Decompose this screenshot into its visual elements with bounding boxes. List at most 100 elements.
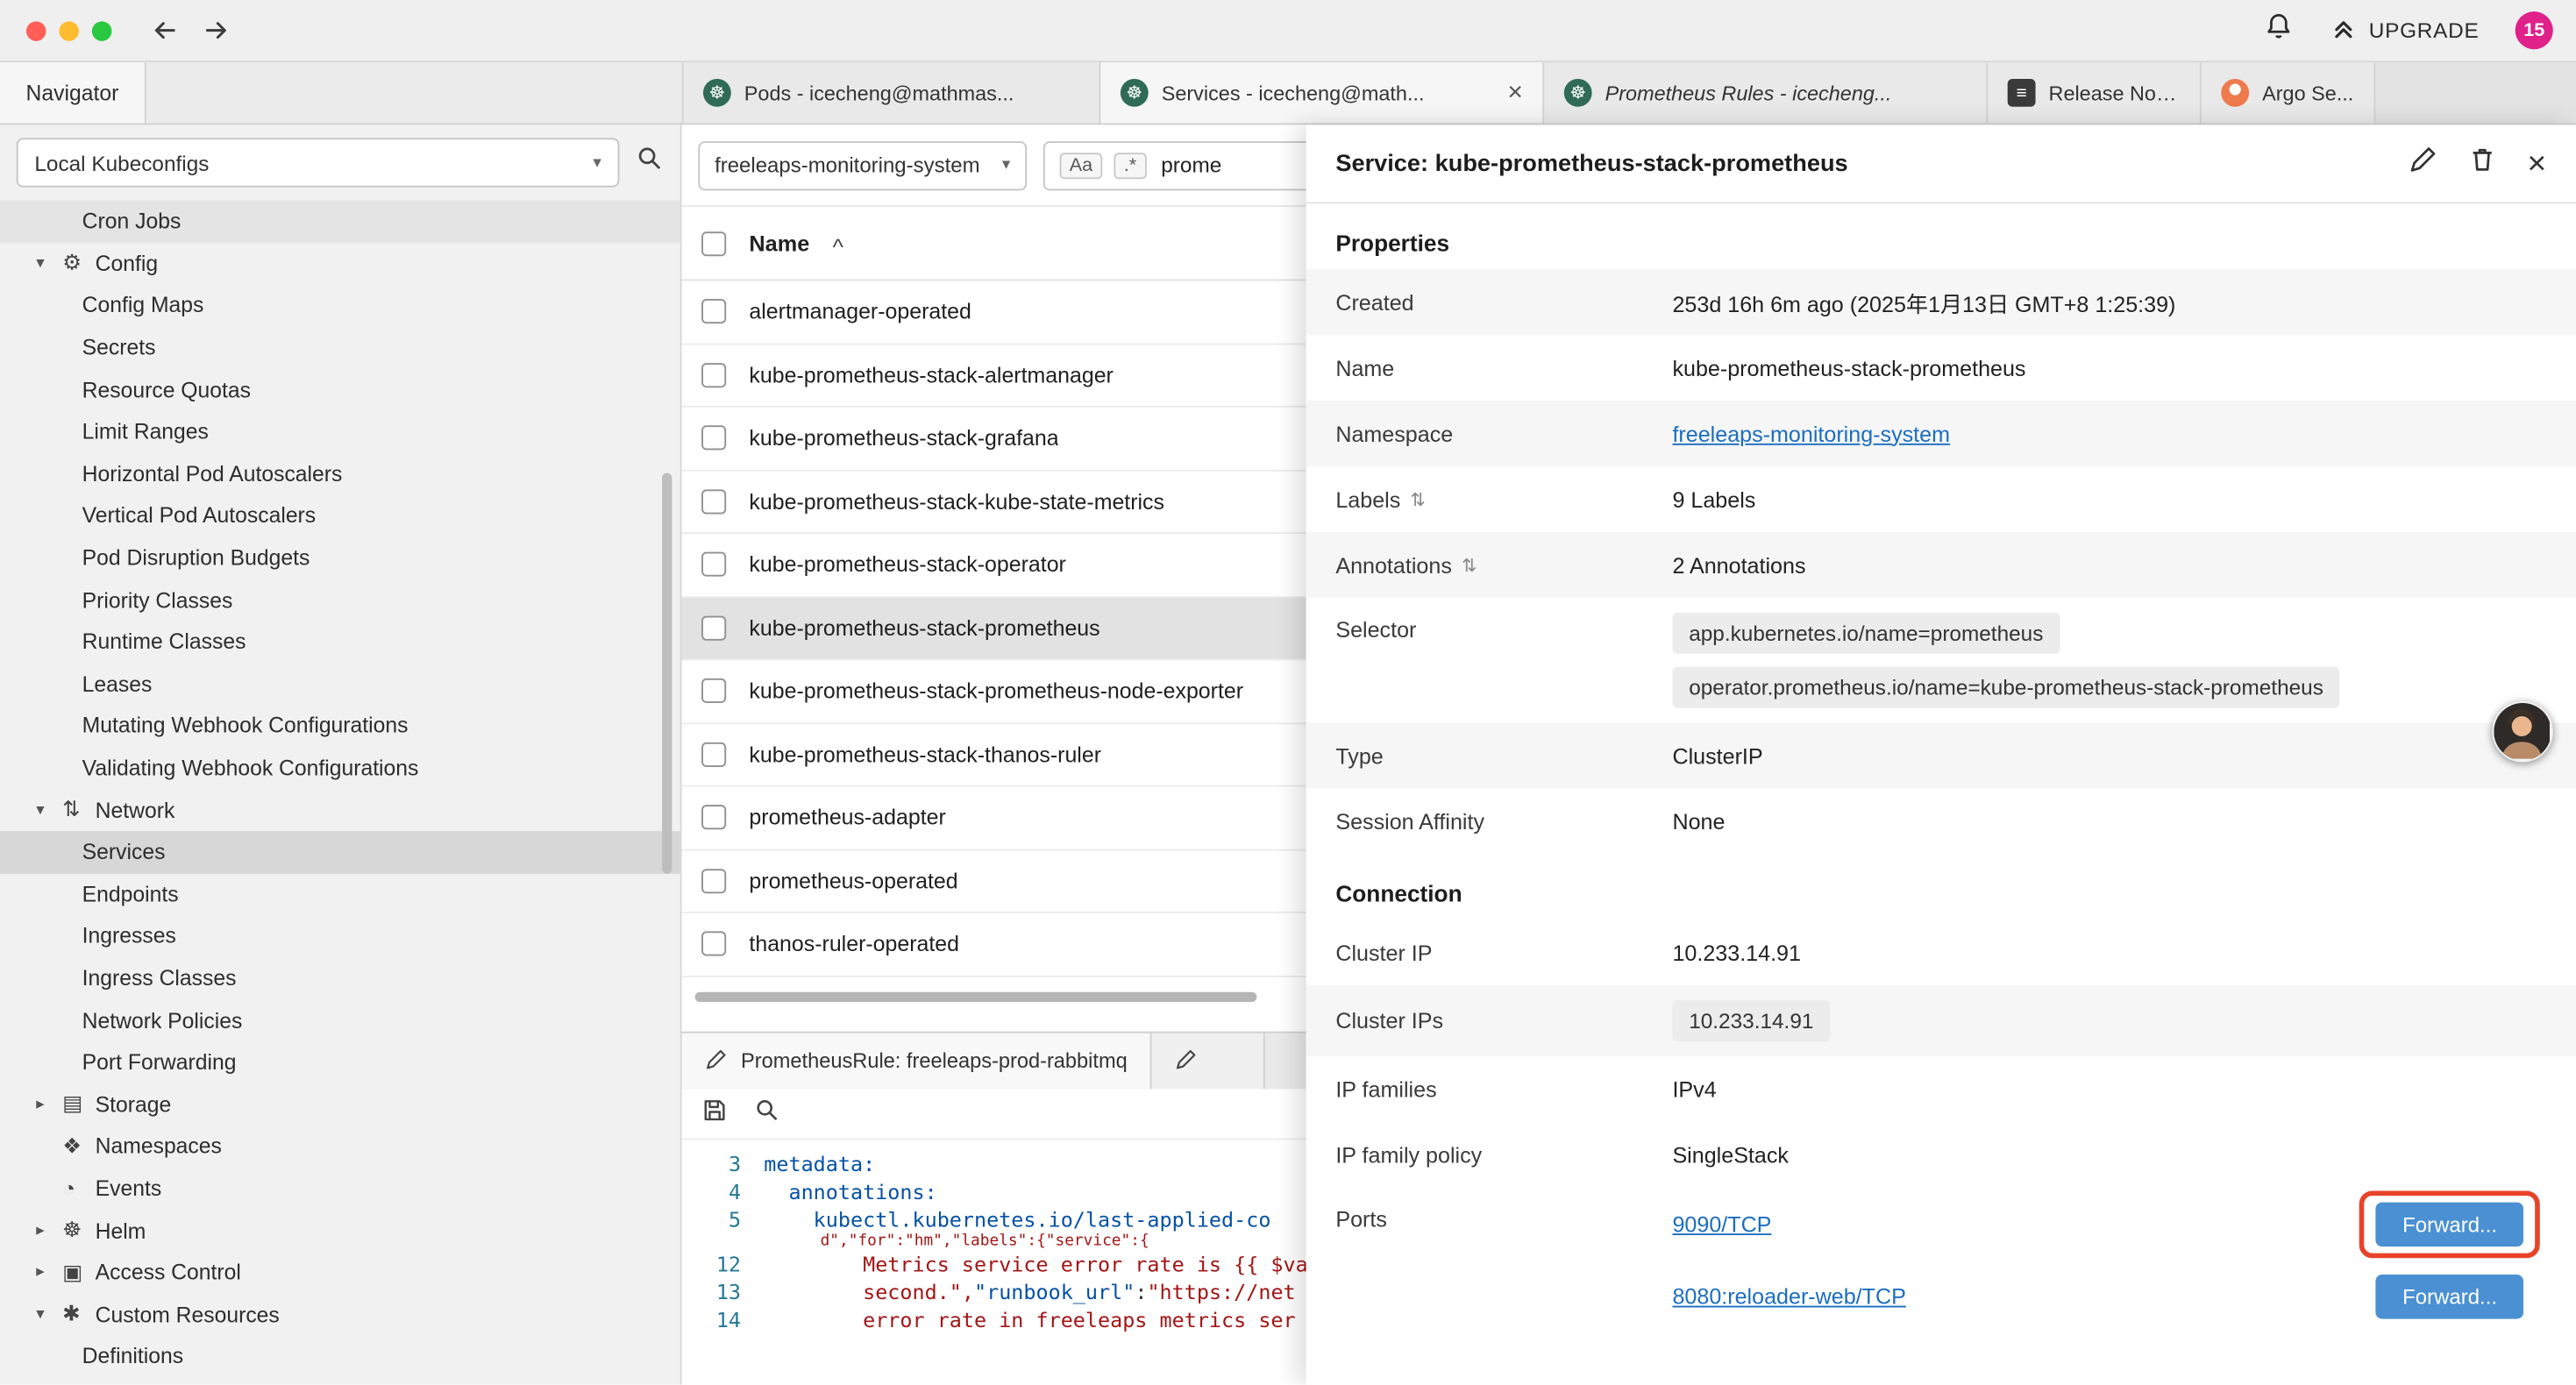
sidebar-tree-item[interactable]: Config [0,243,680,285]
sidebar-tree-item[interactable]: Access Control [0,1251,680,1293]
match-case-toggle[interactable]: Aa [1060,152,1103,178]
sidebar-tree-item[interactable]: Custom Resources [0,1293,680,1335]
editor-tab-partial[interactable] [1152,1033,1265,1090]
table-row[interactable]: kube-prometheus-stack-prometheus-node-ex… [682,660,1306,723]
select-all-checkbox[interactable] [701,231,726,255]
sidebar-tree-item[interactable]: Pod Disruption Budgets [0,536,680,579]
sidebar-tree-item[interactable]: Validating Webhook Configurations [0,747,680,789]
navigator-tab[interactable]: Navigator [0,62,146,123]
tree-expand-icon[interactable] [36,1095,62,1113]
sidebar-tree-item[interactable]: Cron Jobs [0,201,680,243]
cluster-tab[interactable]: Argo Se... [2202,62,2375,123]
sidebar-tree-item[interactable]: Horizontal Pod Autoscalers [0,452,680,494]
cluster-tab[interactable]: Prometheus Rules - icecheng... [1544,62,1988,123]
tree-expand-icon[interactable] [36,801,62,820]
close-details-icon[interactable]: × [2527,147,2546,180]
row-checkbox[interactable] [701,489,726,514]
table-row[interactable]: alertmanager-operated [682,281,1306,344]
horizontal-scrollbar[interactable] [682,986,1306,1005]
row-checkbox[interactable] [701,299,726,323]
row-checkbox[interactable] [701,678,726,703]
sidebar-tree-item[interactable]: Priority Classes [0,579,680,621]
row-checkbox[interactable] [701,742,726,766]
tree-item-label: Config Maps [82,293,204,317]
sidebar-tree-item[interactable]: Services [0,831,680,873]
forward-button[interactable]: Forward... [2376,1202,2523,1246]
notification-count-badge[interactable]: 15 [2516,11,2553,49]
tree-expand-icon[interactable] [36,1305,62,1324]
sidebar-tree-item[interactable]: Leases [0,663,680,705]
sidebar-tree-item[interactable]: Vertical Pod Autoscalers [0,494,680,536]
back-button[interactable] [151,17,179,45]
search-input[interactable] [1158,151,1296,179]
edit-pencil-icon[interactable] [2409,145,2438,182]
row-checkbox[interactable] [701,806,726,830]
sidebar-tree-item[interactable]: Limit Ranges [0,410,680,452]
port-forward-link[interactable]: 9090/TCP [1672,1211,1771,1236]
webcam-avatar[interactable] [2492,701,2552,762]
row-checkbox[interactable] [701,932,726,956]
tree-expand-icon[interactable] [36,254,62,273]
kubeconfig-selector[interactable]: Local Kubeconfigs ▾ [17,138,620,187]
cluster-tab[interactable]: Services - icecheng@math... × [1100,62,1544,123]
save-icon[interactable] [701,1097,728,1131]
sort-ascending-icon[interactable]: ^ [833,233,843,259]
detail-value: 2 Annotations [1672,553,2546,578]
namespace-filter-dropdown[interactable]: freeleaps-monitoring-system ▾ [698,140,1027,189]
sidebar-tree-item[interactable]: Port Forwarding [0,1041,680,1083]
sidebar-tree-item[interactable]: Network [0,789,680,831]
notifications-bell-icon[interactable] [2264,11,2294,49]
tree-expand-icon[interactable] [36,1221,62,1239]
row-checkbox[interactable] [701,552,726,577]
table-row[interactable]: thanos-ruler-operated [682,913,1306,977]
sidebar-tree-item[interactable]: Ingress Classes [0,957,680,999]
forward-button[interactable] [202,17,230,45]
sort-toggle-icon[interactable]: ⇅ [1462,554,1477,575]
sidebar-search-icon[interactable] [636,145,664,181]
table-row[interactable]: kube-prometheus-stack-kube-state-metrics [682,471,1306,534]
port-forward-link[interactable]: 8080:reloader-web/TCP [1672,1283,1905,1308]
editor-search-icon[interactable] [754,1097,780,1131]
sidebar-tree-item[interactable]: Namespaces [0,1126,680,1168]
sort-toggle-icon[interactable]: ⇅ [1411,488,1426,509]
zoom-window-button[interactable] [92,20,111,39]
sidebar-tree-item[interactable]: Endpoints [0,873,680,915]
regex-toggle[interactable]: .* [1114,152,1147,178]
table-row[interactable]: kube-prometheus-stack-thanos-ruler [682,723,1306,786]
sidebar-tree-item[interactable]: Definitions [0,1335,680,1377]
tree-expand-icon[interactable] [36,1263,62,1282]
sidebar-tree-item[interactable]: Resource Quotas [0,368,680,410]
sidebar-tree-item[interactable]: Mutating Webhook Configurations [0,705,680,747]
row-checkbox[interactable] [701,426,726,451]
delete-trash-icon[interactable] [2468,145,2498,182]
sidebar-tree-item[interactable]: Config Maps [0,285,680,327]
sidebar-tree-item[interactable]: Runtime Classes [0,621,680,663]
sidebar-tree-item[interactable]: Events [0,1168,680,1210]
namespace-link[interactable]: freeleaps-monitoring-system [1672,422,1950,446]
sidebar-scrollbar[interactable] [662,473,672,874]
name-column-header[interactable]: Name [749,231,809,255]
tab-close-icon[interactable]: × [1507,80,1523,106]
sidebar-tree-item[interactable]: Helm [0,1210,680,1252]
table-row[interactable]: kube-prometheus-stack-prometheus [682,597,1306,660]
editor-tab[interactable]: PrometheusRule: freeleaps-prod-rabbitmq [682,1033,1152,1090]
cluster-tab[interactable]: Release Notes [1988,62,2202,123]
forward-button[interactable]: Forward... [2376,1274,2523,1318]
sidebar-tree-item[interactable]: Network Policies [0,999,680,1041]
table-row[interactable]: kube-prometheus-stack-operator [682,534,1306,597]
row-checkbox[interactable] [701,615,726,640]
sidebar-tree-item[interactable]: Secrets [0,326,680,368]
row-checkbox[interactable] [701,869,726,893]
minimize-window-button[interactable] [59,20,78,39]
code-text: error rate in freeleaps metrics ser [764,1306,1295,1334]
sidebar-tree-item[interactable]: Storage [0,1083,680,1126]
close-window-button[interactable] [26,20,46,39]
upgrade-button[interactable]: UPGRADE [2330,14,2480,46]
cluster-tab[interactable]: Pods - icecheng@mathmas... [683,62,1100,123]
row-checkbox[interactable] [701,363,726,387]
table-row[interactable]: prometheus-operated [682,850,1306,913]
table-row[interactable]: kube-prometheus-stack-alertmanager [682,344,1306,408]
table-row[interactable]: prometheus-adapter [682,787,1306,850]
sidebar-tree-item[interactable]: Ingresses [0,915,680,957]
table-row[interactable]: kube-prometheus-stack-grafana [682,408,1306,471]
